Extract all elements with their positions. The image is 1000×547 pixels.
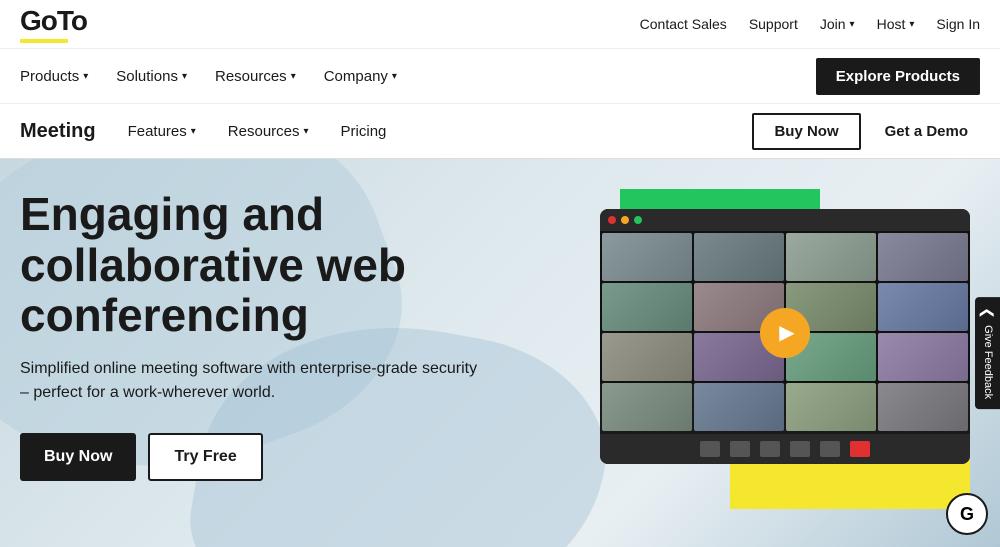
toolbar-camera-icon [790, 441, 810, 457]
contact-sales-link[interactable]: Contact Sales [640, 16, 727, 32]
hero-content: Engaging and collaborative web conferenc… [20, 189, 540, 481]
company-nav-item[interactable]: Company ▾ [324, 68, 397, 85]
video-cell [878, 383, 968, 431]
features-nav-item[interactable]: Features ▾ [128, 123, 196, 140]
hero-subtext: Simplified online meeting software with … [20, 357, 480, 405]
solutions-chevron-icon: ▾ [182, 71, 187, 82]
screen-top-bar [600, 209, 970, 231]
meeting-screen-mock[interactable]: ▶ [600, 209, 970, 464]
toolbar-share-icon [820, 441, 840, 457]
top-bar: GoTo Contact Sales Support Join ▾ Host ▾… [0, 0, 1000, 49]
product-nav-left: Meeting Features ▾ Resources ▾ Pricing [20, 120, 386, 143]
yellow-accent-rect [730, 459, 970, 509]
screen-dot-green [634, 216, 642, 224]
products-nav-item[interactable]: Products ▾ [20, 68, 88, 85]
pricing-nav-item[interactable]: Pricing [341, 123, 387, 140]
play-button[interactable]: ▶ [760, 308, 810, 358]
company-chevron-icon: ▾ [392, 71, 397, 82]
products-chevron-icon: ▾ [83, 71, 88, 82]
logo-underline [20, 39, 68, 43]
video-cell [878, 283, 968, 331]
circle-action-button[interactable]: G [946, 493, 988, 535]
hero-try-button[interactable]: Try Free [148, 433, 262, 481]
hero-heading: Engaging and collaborative web conferenc… [20, 189, 540, 341]
host-link[interactable]: Host ▾ [877, 16, 915, 32]
give-feedback-tab[interactable]: ❮ Give Feedback [975, 297, 1000, 409]
resources-chevron-icon: ▾ [291, 71, 296, 82]
video-cell [602, 233, 692, 281]
join-link[interactable]: Join ▾ [820, 16, 855, 32]
product-nav: Meeting Features ▾ Resources ▾ Pricing B… [0, 104, 1000, 159]
explore-products-button[interactable]: Explore Products [816, 58, 980, 95]
main-nav-left: Products ▾ Solutions ▾ Resources ▾ Compa… [20, 68, 397, 85]
video-cell [878, 233, 968, 281]
screen-toolbar [600, 434, 970, 464]
video-cell [878, 333, 968, 381]
video-cell [602, 383, 692, 431]
toolbar-react-icon [730, 441, 750, 457]
logo-text: GoTo [20, 5, 87, 37]
join-chevron-icon: ▾ [850, 19, 855, 30]
product-nav-right: Buy Now Get a Demo [752, 113, 980, 150]
video-cell [694, 233, 784, 281]
video-cell [694, 383, 784, 431]
screen-dot-red [608, 216, 616, 224]
screen-dot-yellow [621, 216, 629, 224]
main-nav: Products ▾ Solutions ▾ Resources ▾ Compa… [0, 49, 1000, 104]
top-utility-nav: Contact Sales Support Join ▾ Host ▾ Sign… [640, 16, 980, 32]
buy-now-button[interactable]: Buy Now [752, 113, 860, 150]
product-resources-nav-item[interactable]: Resources ▾ [228, 123, 309, 140]
support-link[interactable]: Support [749, 16, 798, 32]
play-icon: ▶ [779, 320, 794, 345]
meeting-title: Meeting [20, 120, 96, 143]
toolbar-record-icon [700, 441, 720, 457]
toolbar-leave-icon [850, 441, 870, 457]
solutions-nav-item[interactable]: Solutions ▾ [116, 68, 187, 85]
get-demo-link[interactable]: Get a Demo [873, 115, 980, 148]
video-cell [786, 383, 876, 431]
host-chevron-icon: ▾ [909, 19, 914, 30]
features-chevron-icon: ▾ [191, 126, 196, 137]
video-cell [786, 233, 876, 281]
toolbar-mic-icon [760, 441, 780, 457]
video-cell [602, 283, 692, 331]
hero-buttons: Buy Now Try Free [20, 433, 540, 481]
hero-section: Engaging and collaborative web conferenc… [0, 159, 1000, 547]
sign-in-link[interactable]: Sign In [936, 16, 980, 32]
video-cell [602, 333, 692, 381]
hero-buy-button[interactable]: Buy Now [20, 433, 136, 481]
hero-image-area: ▶ [600, 189, 990, 509]
feedback-arrow-icon: ❮ [980, 307, 996, 319]
logo[interactable]: GoTo [20, 5, 87, 43]
product-resources-chevron-icon: ▾ [304, 126, 309, 137]
resources-nav-item[interactable]: Resources ▾ [215, 68, 296, 85]
